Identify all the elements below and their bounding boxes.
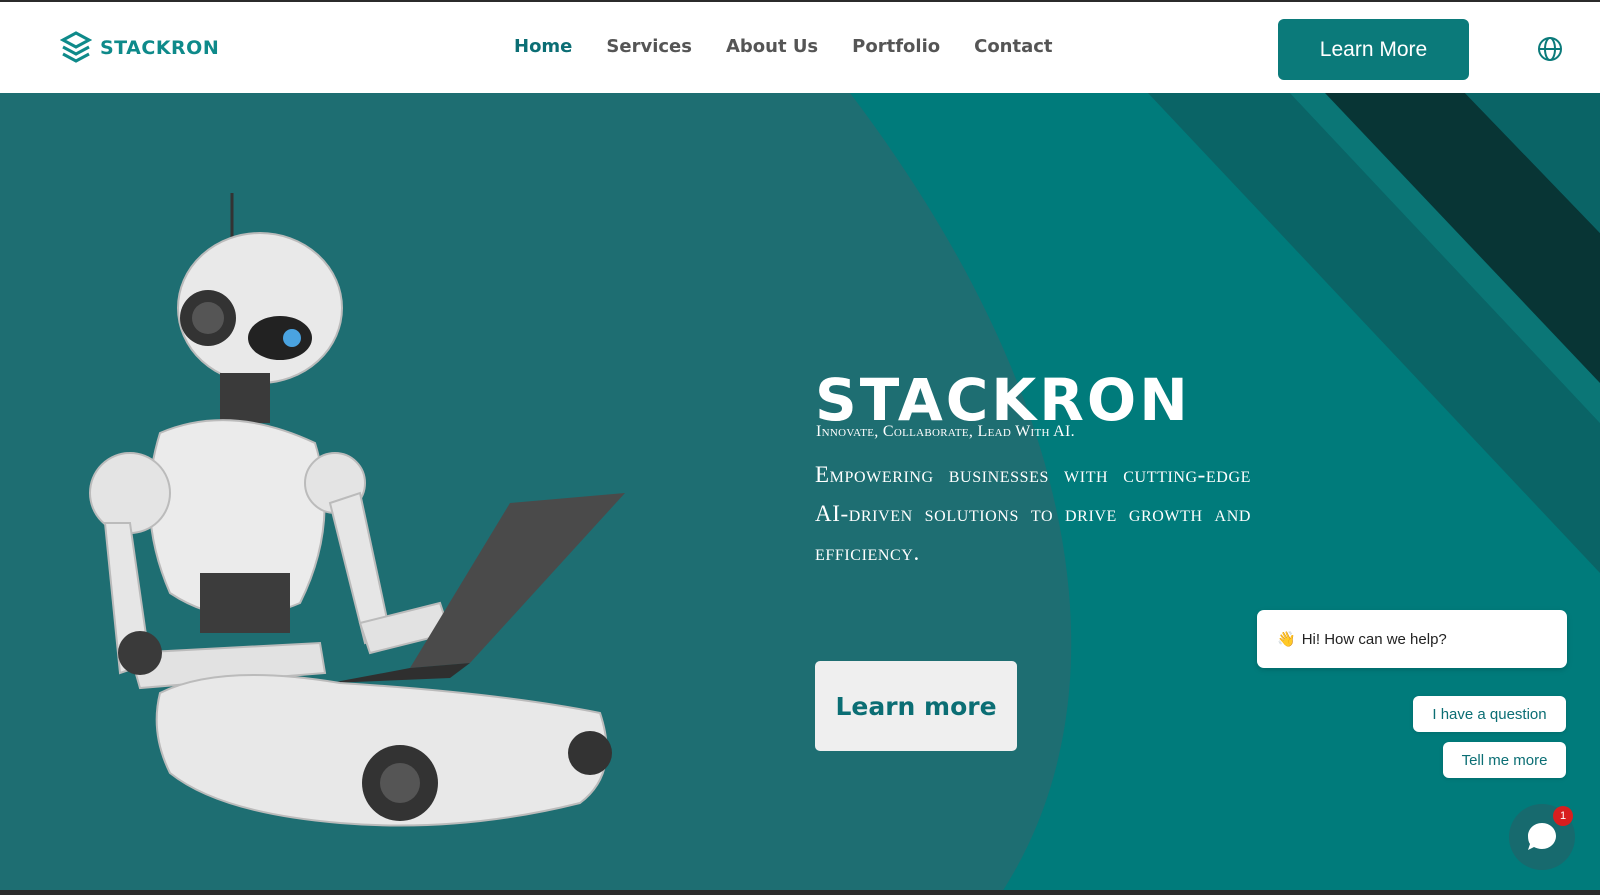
logo[interactable]: STACKRON xyxy=(60,31,219,65)
nav-portfolio[interactable]: Portfolio xyxy=(852,36,940,57)
chat-greeting-bubble[interactable]: 👋 Hi! How can we help? xyxy=(1257,610,1567,668)
stackron-logo-icon xyxy=(60,31,92,63)
nav-services[interactable]: Services xyxy=(606,36,692,57)
hero-learn-more-button[interactable]: Learn more xyxy=(815,661,1017,751)
chat-bubble-icon xyxy=(1528,823,1556,850)
chat-unread-badge: 1 xyxy=(1553,806,1573,826)
main-nav: Home Services About Us Portfolio Contact xyxy=(514,36,1087,57)
nav-contact[interactable]: Contact xyxy=(974,36,1052,57)
hero-section: STACKRON Innovate, Collaborate, Lead Wit… xyxy=(0,93,1600,895)
robot-with-laptop-illustration xyxy=(89,193,625,827)
chat-greeting-text: Hi! How can we help? xyxy=(1301,630,1447,648)
hero-brand-title: STACKRON xyxy=(815,366,1191,434)
wave-emoji-icon: 👋 xyxy=(1277,631,1296,648)
header-learn-more-button[interactable]: Learn More xyxy=(1278,19,1469,80)
chat-option-question[interactable]: I have a question xyxy=(1413,696,1566,732)
chat-option-tell-me-more[interactable]: Tell me more xyxy=(1443,742,1566,778)
nav-about-us[interactable]: About Us xyxy=(726,36,818,57)
site-header: STACKRON Home Services About Us Portfoli… xyxy=(0,0,1600,93)
nav-home[interactable]: Home xyxy=(514,36,572,57)
logo-text: STACKRON xyxy=(100,37,220,59)
bottom-border xyxy=(0,890,1600,895)
globe-icon[interactable] xyxy=(1537,36,1563,62)
hero-tagline: Innovate, Collaborate, Lead With AI. xyxy=(816,423,1075,440)
hero-description: Empowering businesses with cutting-edge … xyxy=(815,462,1251,565)
